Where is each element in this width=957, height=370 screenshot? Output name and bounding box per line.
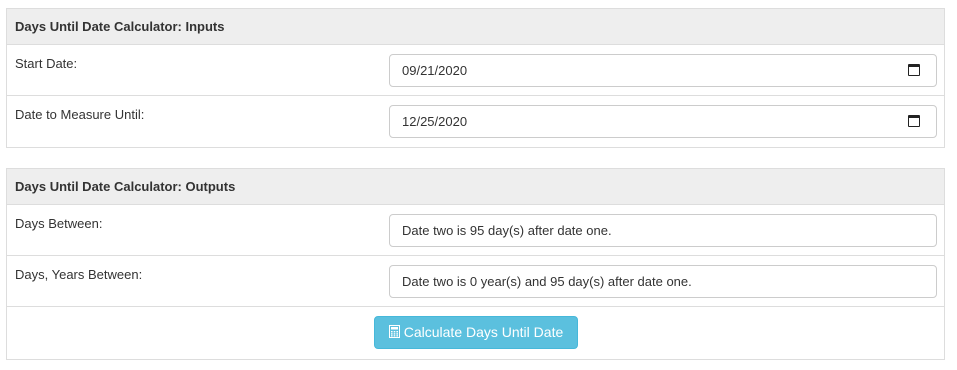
outputs-panel: Days Until Date Calculator: Outputs Days… xyxy=(6,168,945,360)
calculate-days-button-label: Calculate Days Until Date xyxy=(403,324,564,340)
calculate-days-button[interactable]: Calculate Days Until Date xyxy=(374,316,578,349)
calendar-icon[interactable] xyxy=(908,64,920,76)
outputs-panel-heading: Days Until Date Calculator: Outputs xyxy=(7,169,944,205)
days-between-value: Date two is 95 day(s) after date one. xyxy=(402,223,612,238)
calculator-icon xyxy=(388,325,400,339)
end-date-row: Date to Measure Until: 12/25/2020 xyxy=(7,96,944,147)
end-date-input[interactable]: 12/25/2020 xyxy=(389,105,937,138)
days-years-between-row: Days, Years Between: Date two is 0 year(… xyxy=(7,256,944,307)
days-years-between-label: Days, Years Between: xyxy=(15,267,143,282)
days-years-between-output[interactable]: Date two is 0 year(s) and 95 day(s) afte… xyxy=(389,265,937,298)
button-row: Calculate Days Until Date xyxy=(7,307,944,358)
start-date-label: Start Date: xyxy=(15,56,78,71)
days-years-between-value: Date two is 0 year(s) and 95 day(s) afte… xyxy=(402,274,692,289)
end-date-value: 12/25/2020 xyxy=(402,114,468,129)
days-between-row: Days Between: Date two is 95 day(s) afte… xyxy=(7,205,944,256)
start-date-row: Start Date: 09/21/2020 xyxy=(7,45,944,96)
days-between-output[interactable]: Date two is 95 day(s) after date one. xyxy=(389,214,937,247)
calendar-icon[interactable] xyxy=(908,115,920,127)
start-date-input[interactable]: 09/21/2020 xyxy=(389,54,937,87)
days-between-label: Days Between: xyxy=(15,216,103,231)
end-date-label: Date to Measure Until: xyxy=(15,107,145,122)
inputs-panel-heading: Days Until Date Calculator: Inputs xyxy=(7,9,944,45)
start-date-value: 09/21/2020 xyxy=(402,63,468,78)
inputs-panel: Days Until Date Calculator: Inputs Start… xyxy=(6,8,945,148)
